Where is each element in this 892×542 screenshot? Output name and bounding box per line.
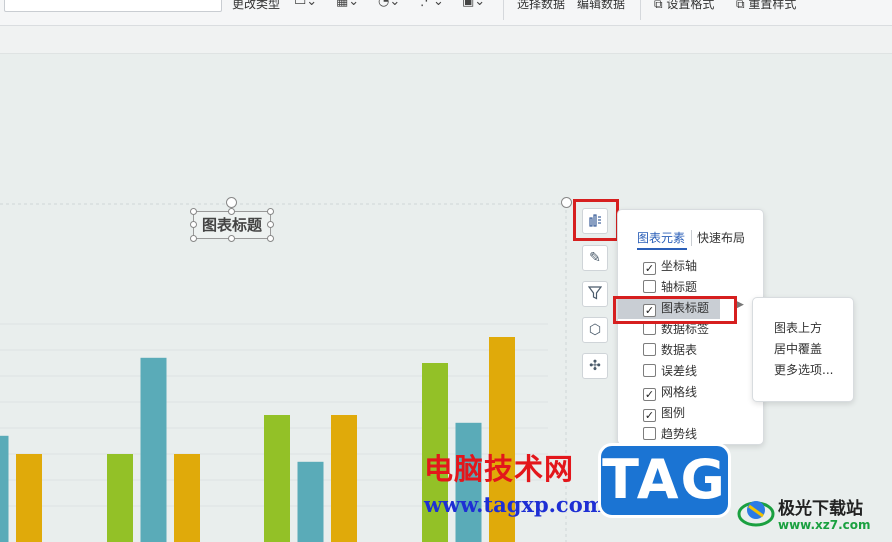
- menu-item-more-options[interactable]: 更多选项...: [774, 362, 833, 378]
- tab-quick-layout[interactable]: 快速布局: [697, 231, 745, 245]
- option-label: 趋势线: [661, 427, 698, 441]
- option-gridlines[interactable]: ✓ 网格线: [643, 383, 697, 401]
- toolbar-divider: [640, 0, 641, 20]
- option-data-table[interactable]: 数据表: [643, 341, 697, 359]
- sheet-header-band: [0, 26, 892, 54]
- resize-handle[interactable]: [267, 235, 274, 242]
- pie-chart-icon[interactable]: ◔⌄: [378, 0, 400, 12]
- bar[interactable]: [107, 454, 133, 542]
- option-label: 数据标签: [661, 322, 710, 336]
- filter-icon: [587, 286, 603, 300]
- other-chart-icon[interactable]: ▣⌄: [462, 0, 485, 12]
- tab-divider: [691, 230, 692, 246]
- option-label: 图例: [661, 406, 686, 420]
- select-data-button[interactable]: 选择数据: [517, 0, 565, 14]
- resize-handle[interactable]: [190, 208, 197, 215]
- ribbon-toolbar: 更改类型 ▭⌄ ▦⌄ ◔⌄ ⋰⌄ ▣⌄ 选择数据 编辑数据 ⧉ 设置格式 ⧉ 重…: [0, 0, 892, 26]
- edit-data-button[interactable]: 编辑数据: [577, 0, 625, 14]
- checkbox[interactable]: [643, 343, 656, 356]
- checkbox[interactable]: [643, 280, 656, 293]
- checkbox[interactable]: ✓: [643, 409, 656, 422]
- reset-style-button[interactable]: ⧉ 重置样式: [736, 0, 796, 14]
- chart-settings-button[interactable]: ⬡: [582, 317, 608, 343]
- tag-logo: TAG: [598, 443, 731, 518]
- active-tab-indicator: [637, 248, 687, 250]
- format-icon: ⧉: [654, 0, 663, 11]
- chart-style-button[interactable]: ✎: [582, 245, 608, 271]
- chart-title-submenu: 图表上方 居中覆盖 更多选项...: [752, 297, 854, 402]
- option-legend[interactable]: ✓ 图例: [643, 404, 685, 422]
- watermark-site-name: 电脑技术网: [424, 452, 575, 486]
- tab-chart-elements[interactable]: 图表元素: [637, 231, 685, 245]
- reset-style-label: 重置样式: [748, 0, 797, 11]
- bar[interactable]: [331, 415, 357, 542]
- option-axis-titles[interactable]: 轴标题: [643, 278, 697, 296]
- chart-corner-handle[interactable]: [561, 197, 572, 208]
- resize-handle[interactable]: [267, 221, 274, 228]
- bar[interactable]: [16, 454, 42, 542]
- magic-tools-icon: ✣: [589, 358, 601, 374]
- xz-logo-icon: [737, 501, 775, 527]
- option-label: 误差线: [661, 364, 698, 378]
- option-axes[interactable]: ✓ 坐标轴: [643, 257, 697, 275]
- option-error-bars[interactable]: 误差线: [643, 362, 697, 380]
- resize-handle[interactable]: [267, 208, 274, 215]
- settings-hexagon-icon: ⬡: [588, 322, 602, 338]
- resize-handle[interactable]: [228, 235, 235, 242]
- option-trendline[interactable]: 趋势线: [643, 425, 697, 443]
- change-type-button[interactable]: 更改类型: [232, 0, 280, 14]
- set-format-button[interactable]: ⧉ 设置格式: [654, 0, 714, 14]
- checkbox[interactable]: ✓: [643, 388, 656, 401]
- watermark-xz-name: 极光下载站: [778, 499, 863, 519]
- chart-filter-button[interactable]: [582, 281, 608, 307]
- submenu-arrow-icon: ▶: [737, 300, 744, 310]
- set-format-label: 设置格式: [666, 0, 715, 11]
- highlight-box: [613, 296, 737, 324]
- bar[interactable]: [140, 357, 167, 542]
- chart-style-gallery[interactable]: [4, 0, 222, 12]
- scatter-chart-icon[interactable]: ⋰⌄: [420, 0, 444, 12]
- highlight-box: [573, 199, 619, 241]
- option-label: 数据表: [661, 343, 698, 357]
- bar[interactable]: [297, 461, 324, 542]
- checkbox[interactable]: [643, 364, 656, 377]
- grid-chart-icon[interactable]: ▦⌄: [336, 0, 359, 12]
- menu-item-above-chart[interactable]: 图表上方: [774, 320, 822, 336]
- reset-style-icon: ⧉: [736, 0, 745, 11]
- watermark-site-url: www.tagxp.com: [424, 492, 605, 517]
- menu-item-centered-overlay[interactable]: 居中覆盖: [774, 341, 822, 357]
- area-chart-icon[interactable]: ▭⌄: [294, 0, 317, 12]
- title-rotate-handle[interactable]: [226, 197, 237, 208]
- resize-handle[interactable]: [190, 221, 197, 228]
- bar[interactable]: [0, 435, 9, 542]
- resize-handle[interactable]: [228, 208, 235, 215]
- resize-handle[interactable]: [190, 235, 197, 242]
- option-label: 轴标题: [661, 280, 698, 294]
- toolbar-divider: [503, 0, 504, 20]
- option-label: 网格线: [661, 385, 698, 399]
- bar[interactable]: [264, 415, 290, 542]
- chart-tools-button[interactable]: ✣: [582, 353, 608, 379]
- checkbox[interactable]: [643, 427, 656, 440]
- brush-icon: ✎: [589, 250, 601, 266]
- watermark-xz-url: www.xz7.com: [778, 518, 871, 532]
- option-label: 坐标轴: [661, 259, 698, 273]
- checkbox[interactable]: ✓: [643, 262, 656, 275]
- bar[interactable]: [174, 454, 200, 542]
